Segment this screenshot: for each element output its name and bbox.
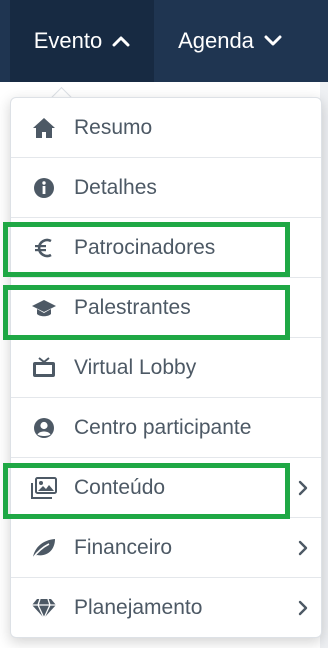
nav-agenda-tab[interactable]: Agenda [160,0,300,82]
menu-item-label: Financeiro [74,535,173,559]
chevron-right-icon [297,600,309,616]
menu-item-label: Palestrantes [74,295,191,319]
tv-icon [31,355,57,381]
home-icon [31,115,57,141]
menu-item-resumo[interactable]: Resumo [11,98,321,158]
nav-evento-tab[interactable]: Evento [10,0,154,82]
user-circle-icon [31,415,57,441]
euro-icon [31,235,57,261]
leaf-icon [31,535,57,561]
top-navigation-bar: Evento Agenda [0,0,328,82]
menu-item-detalhes[interactable]: Detalhes [11,158,321,218]
menu-item-label: Conteúdo [74,475,166,499]
chevron-down-icon [264,35,282,47]
menu-item-centro-participante[interactable]: Centro participante [11,398,321,458]
evento-dropdown-menu: Resumo Detalhes Patrocinadores Palestran… [10,97,322,638]
chevron-up-icon [112,35,130,47]
menu-item-palestrantes[interactable]: Palestrantes [11,278,321,338]
nav-evento-label: Evento [33,28,103,53]
dropdown-menu-list: Resumo Detalhes Patrocinadores Palestran… [11,98,321,638]
chevron-right-icon [297,540,309,556]
graduation-cap-icon [31,295,57,321]
menu-item-label: Centro participante [74,415,252,439]
menu-item-conteudo[interactable]: Conteúdo [11,458,321,518]
menu-item-label: Planejamento [74,596,203,619]
nav-agenda-label: Agenda [178,28,254,53]
info-circle-icon [31,175,57,201]
images-icon [31,475,57,501]
menu-item-label: Detalhes [74,175,157,199]
menu-item-label: Resumo [74,115,153,139]
menu-item-planejamento[interactable]: Planejamento [11,578,321,638]
menu-item-label: Virtual Lobby [74,355,197,379]
menu-item-patrocinadores[interactable]: Patrocinadores [11,218,321,278]
menu-item-virtual-lobby[interactable]: Virtual Lobby [11,338,321,398]
menu-item-financeiro[interactable]: Financeiro [11,518,321,578]
chevron-right-icon [297,480,309,496]
gem-icon [31,595,57,621]
menu-item-label: Patrocinadores [74,235,216,259]
